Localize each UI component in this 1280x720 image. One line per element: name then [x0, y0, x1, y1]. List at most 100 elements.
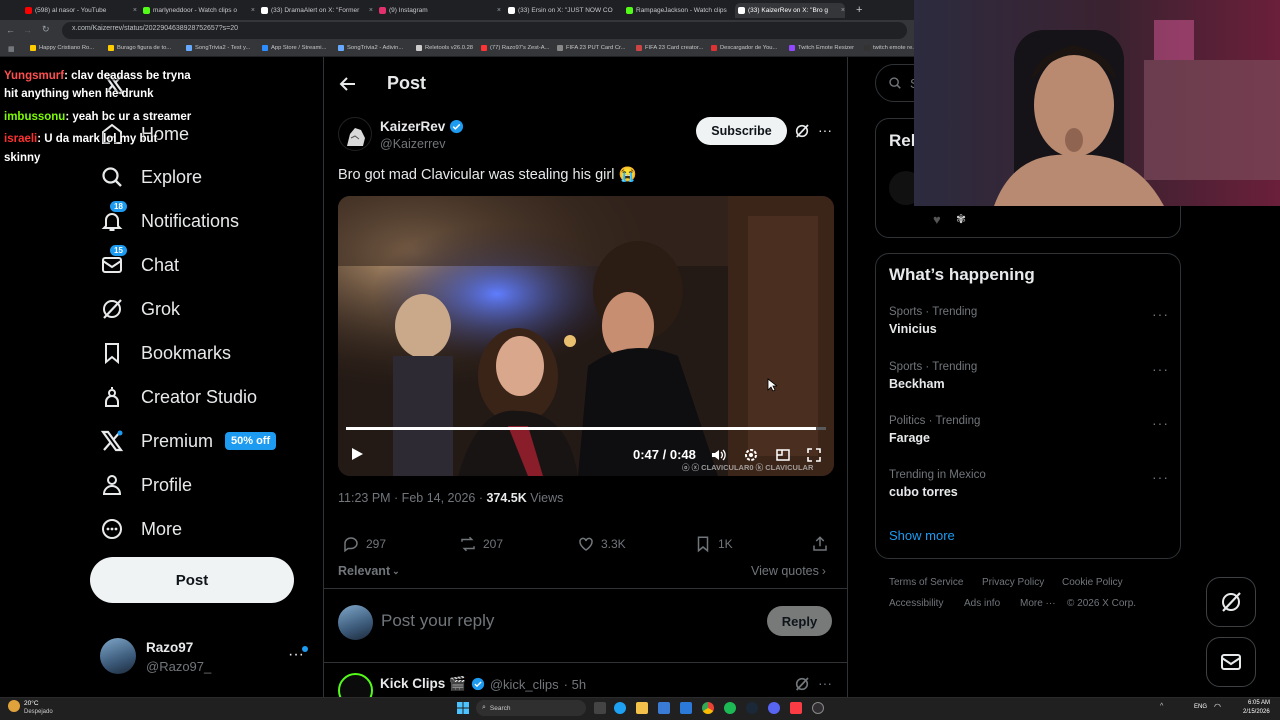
steam-icon[interactable]: [746, 702, 758, 714]
settings-gear-icon[interactable]: [743, 447, 759, 463]
nav-explore[interactable]: Explore: [100, 165, 202, 189]
bookmark-item[interactable]: SongTrivia2 - Adivin...: [338, 45, 403, 51]
nav-premium[interactable]: Premium 50% off: [100, 429, 277, 453]
browser-tab[interactable]: RampageJackson - Watch clips×: [623, 3, 733, 18]
picture-in-picture-icon[interactable]: [775, 447, 791, 463]
trend-item[interactable]: Sports · Trending Beckham ···: [889, 361, 1169, 391]
wifi-icon[interactable]: ◠: [1214, 702, 1221, 711]
grok-floating-button[interactable]: [1206, 577, 1256, 627]
discord-icon[interactable]: [768, 702, 780, 714]
clock-date[interactable]: 2/15/2026: [1243, 709, 1270, 715]
sort-dropdown[interactable]: Relevant ⌄: [338, 564, 400, 578]
share-action[interactable]: [811, 535, 829, 553]
language-indicator[interactable]: ENG: [1194, 704, 1207, 710]
tab-close-icon[interactable]: ×: [247, 7, 255, 14]
browser-tab[interactable]: (33) Ersin on X: "JUST NOW CO×: [505, 3, 620, 18]
tab-close-icon[interactable]: ×: [493, 7, 501, 14]
account-switcher[interactable]: Razo97 @Razo97_ ···: [100, 638, 312, 678]
trend-more-icon[interactable]: ···: [1152, 469, 1169, 485]
start-button[interactable]: [457, 702, 469, 714]
author-name[interactable]: KaizerRev: [380, 119, 464, 134]
clock-time[interactable]: 6:05 AM: [1248, 700, 1270, 706]
bookmark-item[interactable]: Burago figura de to...: [108, 45, 171, 51]
grok-post-icon[interactable]: [794, 123, 810, 139]
browser-tab[interactable]: (33) DramaAlert on X: "Former ×: [258, 3, 373, 18]
browser-tab[interactable]: marlyneddoor - Watch clips o ×: [140, 3, 255, 18]
subscribe-button[interactable]: Subscribe: [696, 117, 787, 145]
tab-close-icon[interactable]: ×: [616, 7, 621, 14]
nav-bookmarks[interactable]: Bookmarks: [100, 341, 231, 365]
bookmark-item[interactable]: Descargador de You...: [711, 45, 777, 51]
nav-profile[interactable]: Profile: [100, 473, 192, 497]
tab-close-icon[interactable]: ×: [730, 7, 733, 14]
nav-notifications[interactable]: 18 Notifications: [100, 201, 239, 233]
trend-item[interactable]: Politics · Trending Farage ···: [889, 415, 1169, 445]
apps-icon[interactable]: ▦: [8, 45, 15, 53]
trend-more-icon[interactable]: ···: [1152, 361, 1169, 377]
bookmark-item[interactable]: FIFA 23 Card creator...: [636, 45, 703, 51]
trend-item[interactable]: Sports · Trending Vinicius ···: [889, 306, 1169, 336]
tab-close-icon[interactable]: ×: [129, 7, 137, 14]
bookmark-item[interactable]: Happy Cristiano Ro...: [30, 45, 94, 51]
forward-nav-icon[interactable]: →: [23, 25, 32, 35]
system-tray-icons[interactable]: ^: [1160, 703, 1163, 710]
next-post-more-icon[interactable]: ···: [818, 675, 832, 691]
tab-close-icon[interactable]: ×: [365, 7, 373, 14]
post-button[interactable]: Post: [90, 557, 294, 603]
video-player[interactable]: 0:47 / 0:48 ⓞ ⓧ CLAVICULAR0 ⓚ CLAVICULAR: [338, 196, 834, 476]
volume-icon[interactable]: [710, 447, 726, 463]
bookmark-item[interactable]: App Store / Streami...: [262, 45, 326, 51]
reply-input[interactable]: Post your reply: [381, 611, 494, 631]
bookmark-item[interactable]: Reletools v26.0.28: [416, 45, 473, 51]
footer-link[interactable]: Privacy Policy: [982, 577, 1044, 588]
mail-icon[interactable]: [680, 702, 692, 714]
bookmark-action[interactable]: 1K: [694, 535, 733, 553]
taskbar-search[interactable]: ⌕ Search: [476, 700, 586, 716]
fullscreen-icon[interactable]: [806, 447, 822, 463]
video-progress-track[interactable]: [346, 427, 826, 430]
tab-close-icon[interactable]: ×: [837, 7, 845, 14]
new-tab-button[interactable]: +: [856, 4, 862, 16]
play-icon[interactable]: [350, 447, 364, 461]
music-icon[interactable]: [790, 702, 802, 714]
grok-post-icon[interactable]: [794, 676, 810, 692]
nav-chat[interactable]: 15 Chat: [100, 245, 179, 277]
store-icon[interactable]: [658, 702, 670, 714]
reload-icon[interactable]: ↻: [42, 24, 50, 35]
nav-more[interactable]: More: [100, 517, 182, 541]
bookmark-item[interactable]: twitch emote re...: [864, 45, 917, 51]
footer-link[interactable]: Ads info: [964, 598, 1000, 609]
next-post-header[interactable]: Kick Clips 🎬 @kick_clips · 5h: [380, 676, 586, 692]
reply-action[interactable]: 297: [342, 535, 386, 553]
browser-tab[interactable]: (33) KaizerRev on X: "Bro g ×: [735, 3, 845, 18]
nav-grok[interactable]: Grok: [100, 297, 180, 321]
like-action[interactable]: 3.3K: [577, 535, 626, 553]
trend-more-icon[interactable]: ···: [1152, 306, 1169, 322]
spotify-icon[interactable]: [724, 702, 736, 714]
obs-icon[interactable]: [812, 702, 824, 714]
trend-item[interactable]: Trending in Mexico cubo torres ···: [889, 469, 1169, 499]
task-view-icon[interactable]: [594, 702, 606, 714]
bookmark-item[interactable]: Twitch Emote Resizer: [789, 45, 854, 51]
author-avatar[interactable]: [338, 117, 372, 151]
file-explorer-icon[interactable]: [636, 702, 648, 714]
show-more-link[interactable]: Show more: [889, 528, 955, 543]
bookmark-item[interactable]: FIFA 23 PUT Card Cr...: [557, 45, 626, 51]
nav-creator-studio[interactable]: Creator Studio: [100, 385, 257, 409]
back-arrow-icon[interactable]: [338, 74, 358, 94]
bookmark-item[interactable]: SongTrivia2 - Test y...: [186, 45, 250, 51]
footer-link[interactable]: More ···: [1020, 598, 1056, 609]
footer-link[interactable]: Accessibility: [889, 598, 943, 609]
chrome-icon[interactable]: [702, 702, 714, 714]
repost-action[interactable]: 207: [459, 535, 503, 553]
view-quotes-link[interactable]: View quotes ›: [751, 564, 826, 578]
trend-more-icon[interactable]: ···: [1152, 415, 1169, 431]
messages-floating-button[interactable]: [1206, 637, 1256, 687]
edge-icon[interactable]: [614, 702, 626, 714]
browser-tab[interactable]: (598) al nasor - YouTube ×: [22, 3, 137, 18]
post-more-icon[interactable]: ···: [818, 122, 832, 138]
author-handle[interactable]: @Kaizerrev: [380, 137, 446, 151]
back-nav-icon[interactable]: ←: [6, 25, 15, 35]
footer-link[interactable]: Terms of Service: [889, 577, 963, 588]
footer-link[interactable]: Cookie Policy: [1062, 577, 1123, 588]
